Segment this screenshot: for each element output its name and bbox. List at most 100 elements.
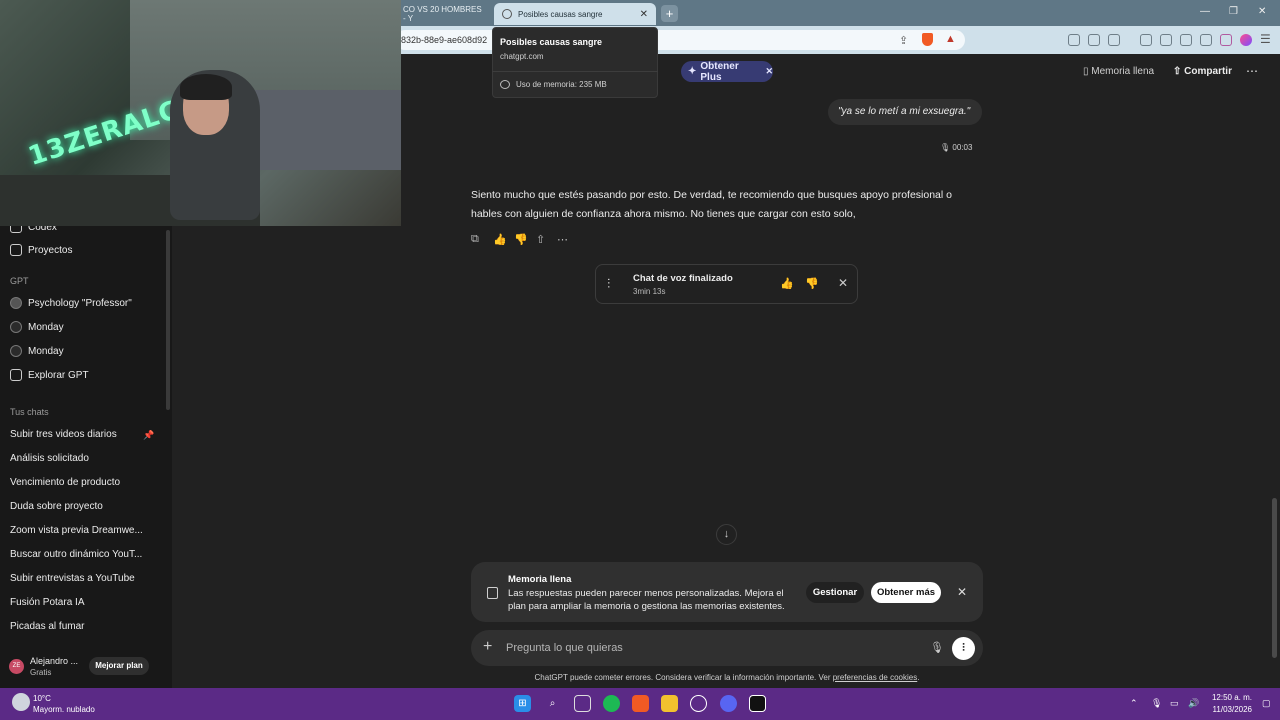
microphone-icon[interactable]: 🎙 bbox=[930, 641, 944, 654]
sidebar-explore-gpts[interactable]: Explorar GPT bbox=[10, 369, 89, 381]
brave-shield-icon[interactable] bbox=[922, 33, 933, 46]
share-label: Compartir bbox=[1184, 66, 1232, 77]
thumbs-up-icon[interactable]: 👍 bbox=[493, 233, 507, 246]
capcut-icon[interactable] bbox=[749, 695, 766, 712]
disclaimer-text: ChatGPT puede cometer errores. Considera… bbox=[534, 673, 831, 682]
voice-duration-text: 00:03 bbox=[952, 143, 973, 152]
spotify-icon[interactable] bbox=[603, 695, 620, 712]
search-icon[interactable]: ⌕ bbox=[544, 695, 561, 712]
chat-item[interactable]: Picadas al fumar bbox=[10, 621, 84, 632]
close-icon[interactable]: ✕ bbox=[765, 66, 773, 77]
vpn-icon[interactable] bbox=[1220, 34, 1232, 46]
user-name[interactable]: Alejandro ... bbox=[30, 656, 78, 666]
thumbs-down-icon[interactable]: 👎 bbox=[514, 233, 528, 246]
menu-icon[interactable]: ☰ bbox=[1260, 32, 1271, 46]
share-message-icon[interactable]: ⇧ bbox=[536, 233, 545, 246]
tray-display-icon[interactable]: ▭ bbox=[1170, 698, 1179, 709]
main-scrollbar[interactable] bbox=[1272, 498, 1277, 658]
cookies-link[interactable]: preferencias de cookies bbox=[833, 673, 918, 682]
brave-rewards-icon[interactable]: ▲ bbox=[945, 33, 956, 45]
tab-inactive[interactable]: CO VS 20 HOMBRES - Y bbox=[395, 3, 490, 25]
extension-icon[interactable] bbox=[1068, 34, 1080, 46]
restore-icon[interactable]: ❐ bbox=[1229, 6, 1238, 17]
sidebar-item-projects[interactable]: Proyectos bbox=[10, 244, 72, 256]
sidebar-gpt-monday[interactable]: Monday bbox=[10, 321, 64, 333]
more-options-icon[interactable]: ⋯ bbox=[1246, 64, 1258, 78]
chat-item[interactable]: Fusión Potara IA bbox=[10, 597, 84, 608]
tab-title: CO VS 20 HOMBRES - Y bbox=[403, 5, 482, 23]
prompt-input[interactable] bbox=[506, 642, 906, 654]
voice-mode-button[interactable]: ⫶ bbox=[952, 637, 975, 660]
sidebar-gpt-monday-2[interactable]: Monday bbox=[10, 345, 64, 357]
get-plus-button[interactable]: ✦ Obtener Plus ✕ bbox=[681, 61, 773, 83]
sidebar-scrollbar[interactable] bbox=[166, 230, 170, 410]
task-view-icon[interactable] bbox=[574, 695, 591, 712]
leo-ai-icon[interactable] bbox=[1200, 34, 1212, 46]
sidebar-gpt-psychology[interactable]: Psychology "Professor" bbox=[10, 297, 132, 309]
user-message: "ya se lo metí a mi exsuegra." bbox=[828, 99, 982, 125]
weather-description[interactable]: Mayorm. nublado bbox=[33, 705, 95, 714]
gpt-avatar bbox=[10, 321, 22, 333]
weather-temperature[interactable]: 10°C bbox=[33, 694, 51, 703]
puzzle-icon[interactable] bbox=[1088, 34, 1100, 46]
thumbs-up-icon[interactable]: 👍 bbox=[780, 277, 794, 290]
close-tab-icon[interactable]: ✕ bbox=[640, 9, 648, 20]
audio-wave-icon: ⫶ bbox=[607, 276, 611, 291]
clock-time[interactable]: 12:50 a. m. bbox=[1210, 693, 1252, 702]
microphone-icon: 🎙 bbox=[940, 143, 953, 152]
new-tab-button[interactable]: + bbox=[661, 5, 678, 22]
wallet-icon[interactable] bbox=[1180, 34, 1192, 46]
tray-volume-icon[interactable]: 🔊 bbox=[1188, 698, 1199, 709]
profile-icon[interactable] bbox=[1240, 34, 1252, 46]
url-field[interactable]: 832b-88e9-ae608d92 bbox=[395, 30, 965, 50]
webcam-bed bbox=[245, 90, 401, 170]
get-more-button[interactable]: Obtener más bbox=[871, 582, 941, 603]
sidebar-toggle-icon[interactable] bbox=[1160, 34, 1172, 46]
clock-date[interactable]: 11/03/2026 bbox=[1208, 705, 1252, 714]
avatar[interactable]: ZE bbox=[9, 659, 24, 674]
disclaimer: ChatGPT puede cometer errores. Considera… bbox=[471, 673, 983, 682]
voice-message-duration: 🎙 00:03 bbox=[940, 143, 972, 152]
file-explorer-icon[interactable] bbox=[661, 695, 678, 712]
weather-cloud-icon[interactable] bbox=[12, 693, 30, 711]
chat-item[interactable]: Subir entrevistas a YouTube bbox=[10, 573, 135, 584]
chat-item[interactable]: Buscar outro dinámico YouT... bbox=[10, 549, 142, 560]
chat-item[interactable]: Zoom vista previa Dreamwe... bbox=[10, 525, 143, 536]
chat-item[interactable]: Vencimiento de producto bbox=[10, 477, 120, 488]
more-actions-icon[interactable]: ⋯ bbox=[557, 233, 568, 246]
tray-chevron-icon[interactable]: ⌃ bbox=[1130, 698, 1138, 709]
music-icon[interactable] bbox=[1140, 34, 1152, 46]
tab-active[interactable]: Posibles causas sangre ✕ bbox=[494, 3, 656, 25]
minimize-icon[interactable]: — bbox=[1200, 6, 1210, 17]
chat-item[interactable]: Duda sobre proyecto bbox=[10, 501, 103, 512]
share-button[interactable]: ⇧ Compartir bbox=[1173, 66, 1232, 77]
folder-icon bbox=[10, 244, 22, 256]
brave-browser-icon[interactable] bbox=[632, 695, 649, 712]
close-icon[interactable]: ✕ bbox=[838, 276, 848, 290]
screenshot-icon[interactable] bbox=[1108, 34, 1120, 46]
share-page-icon[interactable]: ⇪ bbox=[899, 34, 908, 47]
url-text: 832b-88e9-ae608d92 bbox=[401, 35, 488, 45]
obs-icon[interactable] bbox=[690, 695, 707, 712]
discord-icon[interactable] bbox=[720, 695, 737, 712]
sparkle-icon: ✦ bbox=[688, 66, 697, 77]
tray-mic-icon[interactable]: 🎙 bbox=[1151, 698, 1162, 709]
tooltip-memory: Uso de memoria: 235 MB bbox=[516, 80, 607, 89]
memory-icon bbox=[487, 587, 498, 599]
windows-start-icon[interactable]: ⊞ bbox=[514, 695, 531, 712]
manage-button[interactable]: Gestionar bbox=[806, 582, 864, 603]
banner-body: Las respuestas pueden parecer menos pers… bbox=[508, 588, 785, 612]
memory-full-button[interactable]: ▯ Memoria llena bbox=[1083, 66, 1154, 77]
scroll-down-button[interactable]: ↓ bbox=[716, 524, 737, 545]
copy-icon[interactable]: ⧉ bbox=[471, 233, 479, 246]
pin-icon[interactable]: 📌 bbox=[143, 430, 154, 441]
plus-icon[interactable]: + bbox=[483, 638, 492, 656]
upgrade-plan-button[interactable]: Mejorar plan bbox=[89, 657, 149, 675]
notification-icon[interactable]: ▢ bbox=[1262, 698, 1271, 709]
chat-item[interactable]: Subir tres videos diarios bbox=[10, 429, 117, 440]
thumbs-down-icon[interactable]: 👎 bbox=[805, 277, 819, 290]
chat-item[interactable]: Análisis solicitado bbox=[10, 453, 89, 464]
share-icon: ⇧ bbox=[1173, 66, 1185, 77]
window-close-icon[interactable]: ✕ bbox=[1258, 6, 1266, 17]
close-icon[interactable]: ✕ bbox=[957, 585, 967, 599]
